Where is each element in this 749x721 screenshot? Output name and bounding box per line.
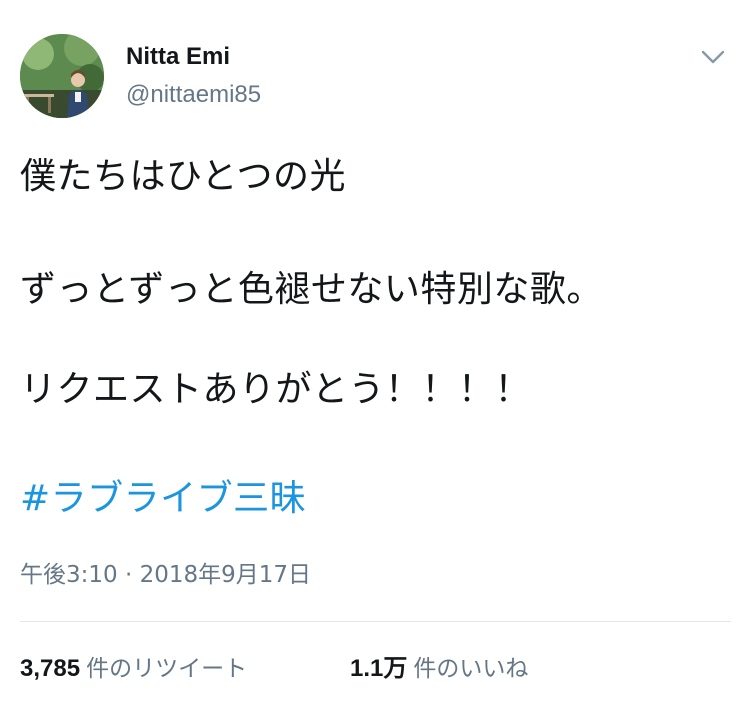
retweets-stat[interactable]: 3,785 件のリツイート xyxy=(20,654,247,684)
display-name[interactable]: Nitta Emi xyxy=(126,42,230,72)
tweet-text-line: リクエストありがとう！！！！ xyxy=(20,369,532,410)
retweets-label: 件のリツイート xyxy=(86,656,248,682)
tweet-text-line: 僕たちはひとつの光 xyxy=(20,156,346,197)
likes-count: 1.1万 xyxy=(350,655,408,682)
retweets-count: 3,785 xyxy=(20,655,81,682)
chevron-down-icon[interactable] xyxy=(699,46,727,68)
divider xyxy=(20,621,731,622)
likes-stat[interactable]: 1.1万 件のいいね xyxy=(350,654,528,684)
tweet-timestamp[interactable]: 午後3:10 · 2018年9月17日 xyxy=(20,560,311,590)
avatar-photo xyxy=(20,34,104,118)
likes-label: 件のいいね xyxy=(413,656,529,682)
hashtag-link[interactable]: #ラブライブ三昧 xyxy=(20,476,306,522)
user-handle[interactable]: @nittaemi85 xyxy=(126,80,261,110)
tweet-text-line: ずっとずっと色褪せない特別な歌。 xyxy=(20,269,603,310)
avatar[interactable] xyxy=(20,34,104,118)
